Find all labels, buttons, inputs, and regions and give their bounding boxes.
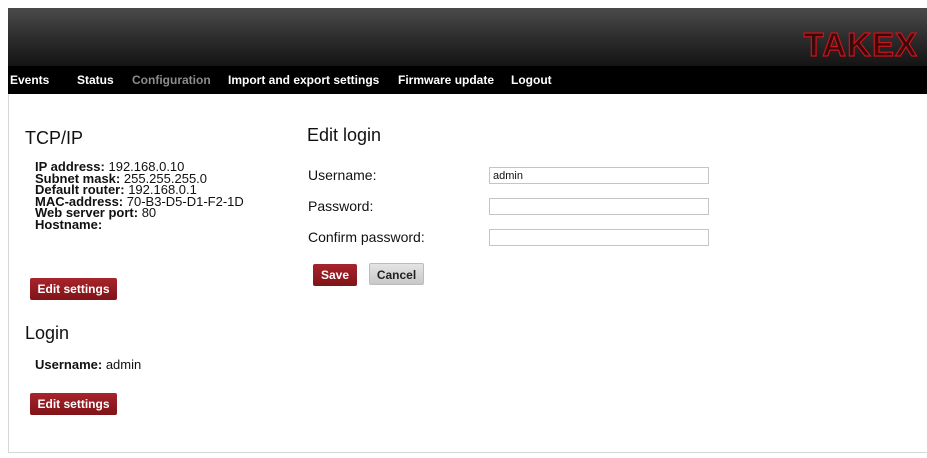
- nav-configuration[interactable]: Configuration: [132, 73, 211, 87]
- nav-logout[interactable]: Logout: [511, 73, 552, 87]
- nav-status[interactable]: Status: [77, 73, 114, 87]
- nav-events[interactable]: Events: [10, 73, 49, 87]
- username-input[interactable]: [489, 167, 709, 184]
- hostname-row: Hostname:: [35, 216, 244, 232]
- cancel-button[interactable]: Cancel: [369, 263, 424, 285]
- save-button[interactable]: Save: [313, 264, 357, 286]
- edit-password-label: Password:: [308, 198, 374, 214]
- confirm-password-input[interactable]: [489, 229, 709, 246]
- login-edit-settings-button[interactable]: Edit settings: [30, 393, 117, 415]
- login-username-label: Username:: [35, 357, 103, 372]
- hostname-label: Hostname:: [35, 216, 103, 232]
- edit-username-label: Username:: [308, 167, 377, 183]
- main-nav: Events Status Configuration Import and e…: [8, 66, 927, 94]
- edit-login-heading: Edit login: [307, 125, 382, 145]
- login-username-value: admin: [105, 357, 142, 372]
- tcpip-heading: TCP/IP: [25, 128, 84, 148]
- nav-import-export-settings[interactable]: Import and export settings: [228, 73, 379, 87]
- login-heading: Login: [25, 323, 70, 343]
- web-server-port-value: 80: [141, 205, 157, 221]
- takex-logo: TAKEX: [803, 26, 918, 63]
- content-bottom-border: [8, 452, 927, 453]
- password-input[interactable]: [489, 198, 709, 215]
- content-left-border: [8, 94, 9, 453]
- tcpip-info: IP address: 192.168.0.10 Subnet mask: 25…: [35, 160, 244, 232]
- app-header: TAKEX: [8, 8, 927, 66]
- tcpip-edit-settings-button[interactable]: Edit settings: [30, 278, 117, 300]
- edit-confirm-password-label: Confirm password:: [308, 229, 425, 245]
- nav-firmware-update[interactable]: Firmware update: [398, 73, 494, 87]
- login-username-row: Username: admin: [35, 357, 141, 372]
